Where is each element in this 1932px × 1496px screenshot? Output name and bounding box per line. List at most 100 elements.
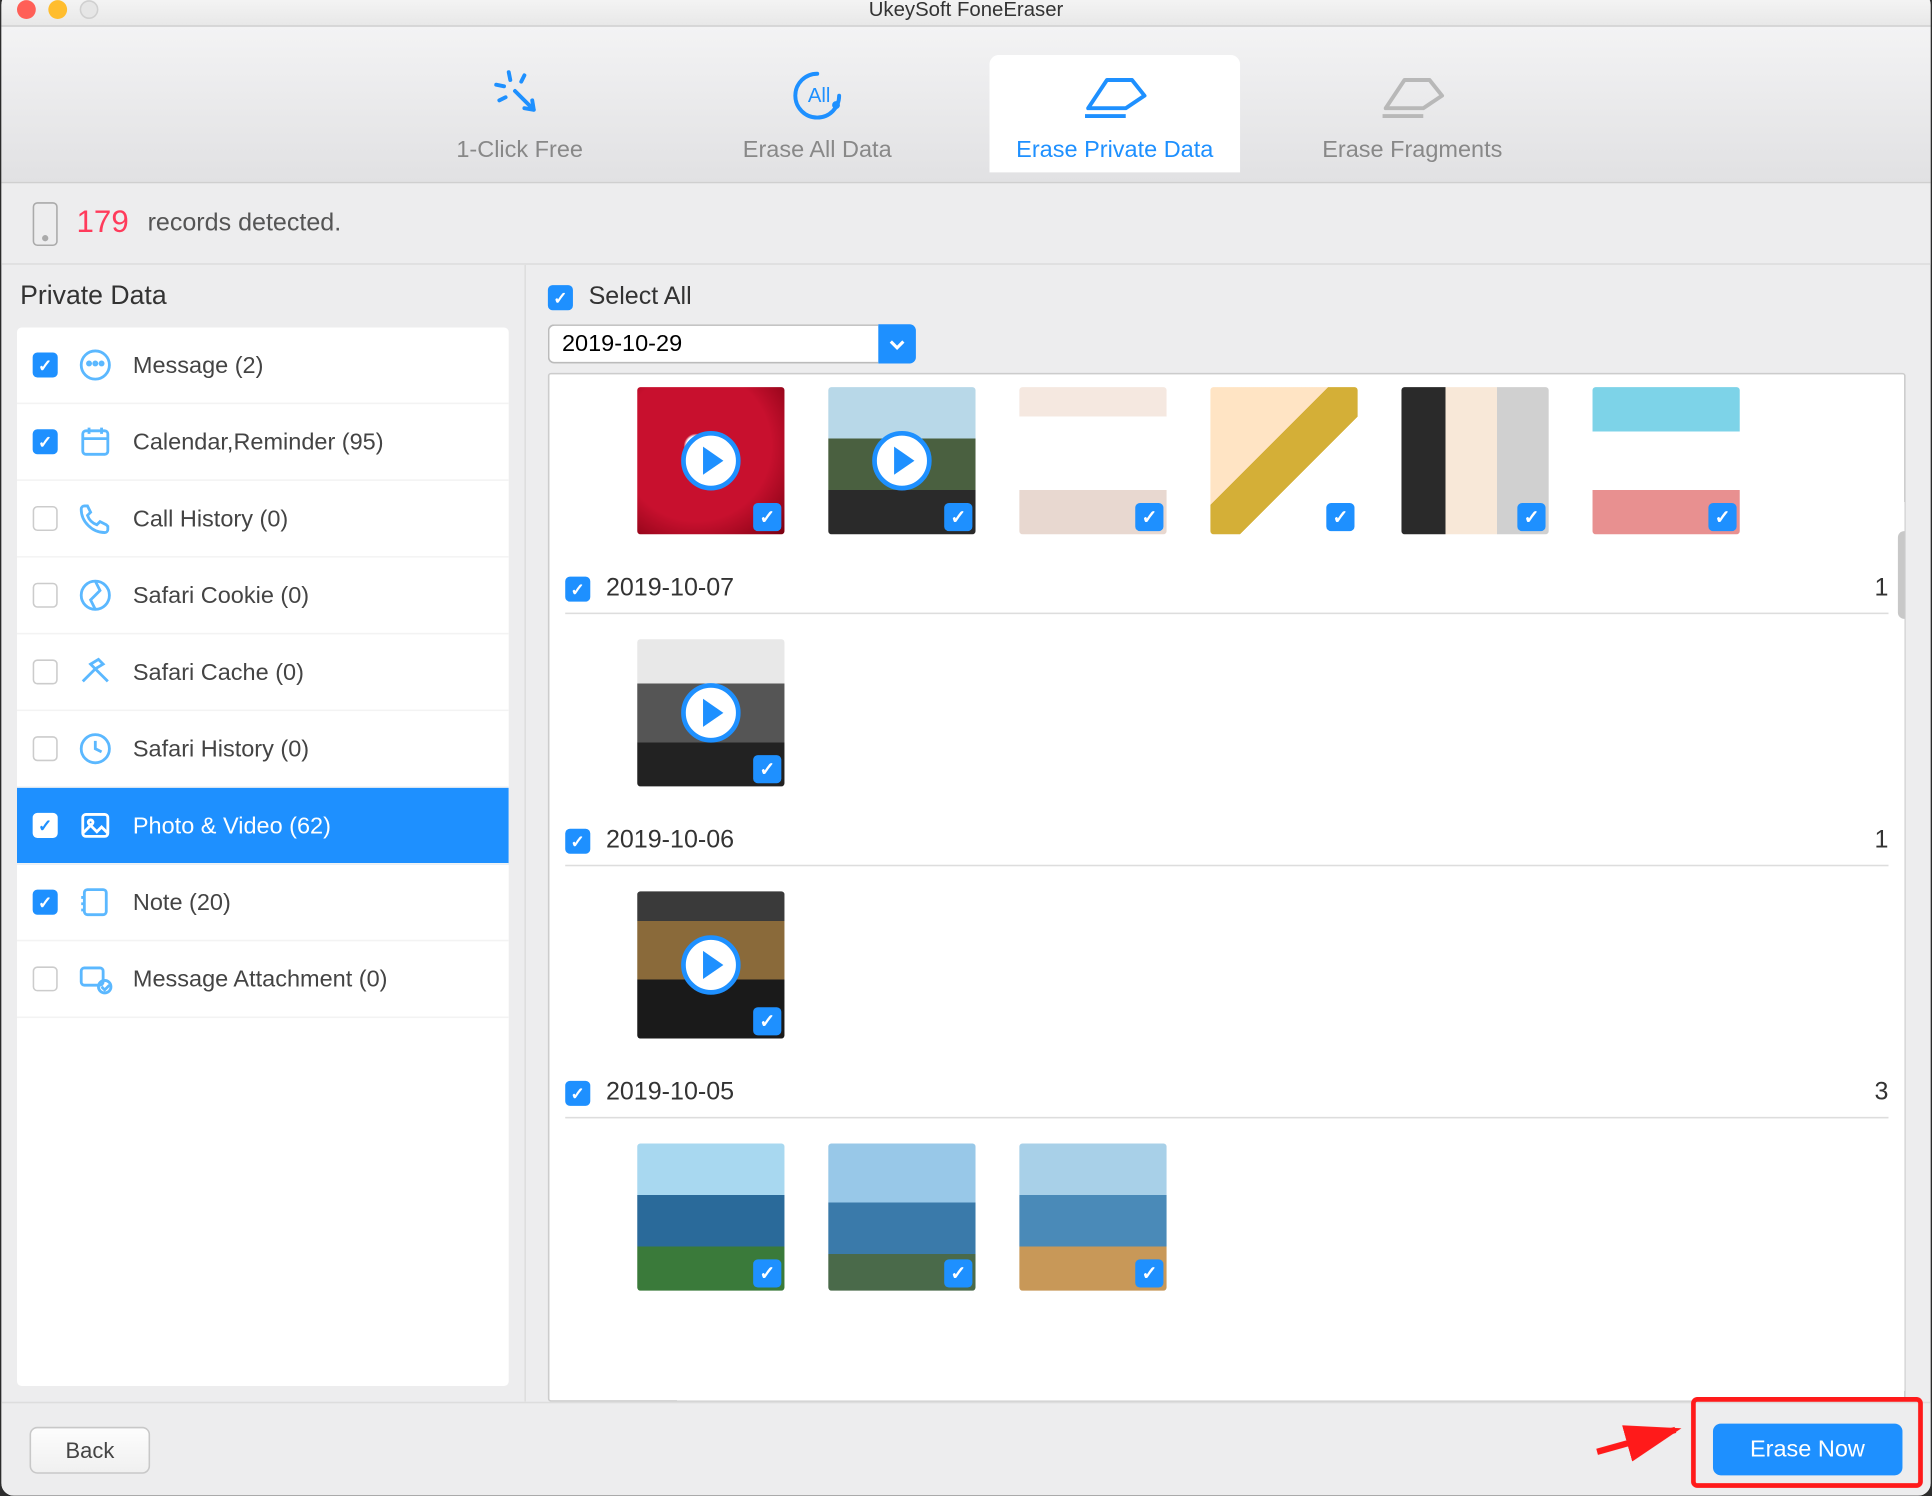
- sidebar-checkbox[interactable]: [33, 890, 58, 915]
- erase-all-icon: All: [783, 64, 852, 127]
- sidebar-item-label: Safari History (0): [133, 735, 309, 762]
- thumb-checkbox[interactable]: [753, 1007, 781, 1035]
- status-text: records detected.: [148, 209, 342, 237]
- date-group: 2019-10-071: [565, 565, 1888, 795]
- back-button[interactable]: Back: [30, 1426, 151, 1473]
- sidebar-item-4[interactable]: Safari Cache (0): [17, 634, 509, 711]
- category-icon: [77, 346, 115, 384]
- sidebar-item-label: Calendar,Reminder (95): [133, 428, 384, 455]
- scrollbar[interactable]: [1898, 531, 1906, 619]
- dropdown-icon[interactable]: [878, 324, 916, 363]
- thumb-checkbox[interactable]: [753, 503, 781, 531]
- group-checkbox[interactable]: [565, 576, 590, 601]
- sidebar-item-2[interactable]: Call History (0): [17, 481, 509, 558]
- sidebar: Private Data Message (2) Calendar,Reminde…: [1, 265, 526, 1402]
- sidebar-item-6[interactable]: Photo & Video (62): [17, 788, 509, 865]
- sidebar-checkbox[interactable]: [33, 583, 58, 608]
- date-group: 2019-10-06 1: [565, 818, 1888, 1048]
- date-group: [565, 381, 1888, 544]
- sidebar-checkbox[interactable]: [33, 966, 58, 991]
- click-icon: [487, 64, 553, 127]
- group-date: 2019-10-06: [606, 827, 1859, 855]
- sidebar-item-label: Message (2): [133, 352, 264, 379]
- media-thumbnail[interactable]: [637, 891, 784, 1038]
- sidebar-list: Message (2) Calendar,Reminder (95) Call Hi…: [17, 327, 509, 1386]
- category-icon: [77, 960, 115, 998]
- minimize-window-icon[interactable]: [48, 0, 67, 18]
- tab-erase-all[interactable]: All Erase All Data: [692, 55, 943, 172]
- date-group: 2019-10-053: [565, 1070, 1888, 1300]
- media-thumbnail[interactable]: [1019, 1143, 1166, 1290]
- thumb-checkbox[interactable]: [1135, 503, 1163, 531]
- sidebar-item-3[interactable]: Safari Cookie (0): [17, 558, 509, 635]
- sidebar-item-5[interactable]: Safari History (0): [17, 711, 509, 788]
- media-thumbnail[interactable]: [1210, 387, 1357, 534]
- maximize-window-icon[interactable]: [80, 0, 99, 18]
- sidebar-item-1[interactable]: Calendar,Reminder (95): [17, 404, 509, 481]
- play-icon: [681, 683, 741, 743]
- sidebar-item-label: Note (20): [133, 889, 231, 916]
- sidebar-item-0[interactable]: Message (2): [17, 327, 509, 404]
- thumb-checkbox[interactable]: [944, 1259, 972, 1287]
- close-window-icon[interactable]: [17, 0, 36, 18]
- sidebar-checkbox[interactable]: [33, 736, 58, 761]
- status-bar: 179 records detected.: [1, 183, 1930, 264]
- tab-label: 1-Click Free: [456, 136, 583, 163]
- date-filter-value: 2019-10-29: [548, 324, 878, 363]
- media-thumbnail[interactable]: [1401, 387, 1548, 534]
- media-thumbnail[interactable]: [828, 387, 975, 534]
- sidebar-checkbox[interactable]: [33, 429, 58, 454]
- group-count: 1: [1874, 575, 1888, 603]
- thumb-checkbox[interactable]: [1708, 503, 1736, 531]
- sidebar-item-label: Message Attachment (0): [133, 966, 388, 993]
- thumb-checkbox[interactable]: [753, 1259, 781, 1287]
- media-thumbnail[interactable]: [1592, 387, 1739, 534]
- sidebar-title: Private Data: [1, 265, 524, 328]
- category-icon: [77, 730, 115, 768]
- tab-erase-private[interactable]: Erase Private Data: [989, 55, 1240, 172]
- media-thumbnail[interactable]: [1019, 387, 1166, 534]
- erase-private-icon: [1079, 64, 1151, 127]
- group-checkbox[interactable]: [565, 829, 590, 854]
- erase-fragments-icon: [1376, 64, 1448, 127]
- sidebar-item-8[interactable]: Message Attachment (0): [17, 941, 509, 1018]
- thumb-checkbox[interactable]: [1135, 1259, 1163, 1287]
- thumb-checkbox[interactable]: [1517, 503, 1545, 531]
- sidebar-item-label: Safari Cache (0): [133, 659, 304, 686]
- media-thumbnail[interactable]: [637, 387, 784, 534]
- window-title: UkeySoft FoneEraser: [1, 0, 1930, 21]
- media-thumbnail[interactable]: [637, 1143, 784, 1290]
- sidebar-checkbox[interactable]: [33, 353, 58, 378]
- media-thumbnail[interactable]: [637, 639, 784, 786]
- content-area[interactable]: 2019-10-071 2019-10-06 1 2019-10-053: [548, 373, 1906, 1402]
- sidebar-checkbox[interactable]: [33, 813, 58, 838]
- group-date: 2019-10-05: [606, 1079, 1859, 1107]
- sidebar-item-7[interactable]: Note (20): [17, 865, 509, 942]
- sidebar-checkbox[interactable]: [33, 659, 58, 684]
- date-filter-select[interactable]: 2019-10-29: [548, 324, 916, 363]
- category-icon: [77, 500, 115, 538]
- select-all-checkbox[interactable]: [548, 285, 573, 310]
- tab-label: Erase All Data: [743, 136, 892, 163]
- sidebar-item-label: Photo & Video (62): [133, 812, 331, 839]
- group-header: 2019-10-053: [565, 1070, 1888, 1119]
- thumbnail-row: [565, 866, 1888, 1048]
- tab-1click-free[interactable]: 1-Click Free: [394, 55, 645, 172]
- category-icon: [77, 576, 115, 614]
- media-thumbnail[interactable]: [828, 1143, 975, 1290]
- thumb-checkbox[interactable]: [1326, 503, 1354, 531]
- thumbnail-row: [565, 614, 1888, 796]
- sidebar-item-label: Call History (0): [133, 505, 288, 532]
- phone-icon: [33, 201, 58, 245]
- thumb-checkbox[interactable]: [944, 503, 972, 531]
- select-all-label: Select All: [589, 284, 692, 312]
- group-checkbox[interactable]: [565, 1081, 590, 1106]
- select-all-row: Select All: [548, 277, 1906, 318]
- thumb-checkbox[interactable]: [753, 755, 781, 783]
- sidebar-checkbox[interactable]: [33, 506, 58, 531]
- tab-erase-fragments[interactable]: Erase Fragments: [1287, 55, 1538, 172]
- erase-now-button[interactable]: Erase Now: [1712, 1424, 1902, 1476]
- group-count: 1: [1874, 827, 1888, 855]
- main-panel: Select All 2019-10-29 2019-10-0712019-10…: [526, 265, 1931, 1402]
- main-toolbar: 1-Click Free All Erase All Data Erase Pr…: [1, 27, 1930, 184]
